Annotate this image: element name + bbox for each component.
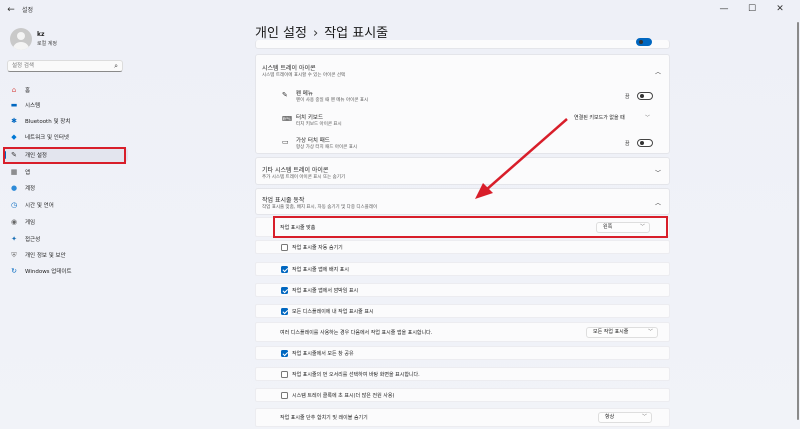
- annotation-arrow: [475, 118, 568, 199]
- scrollbar[interactable]: [797, 22, 799, 420]
- arrow-shaft: [485, 118, 568, 191]
